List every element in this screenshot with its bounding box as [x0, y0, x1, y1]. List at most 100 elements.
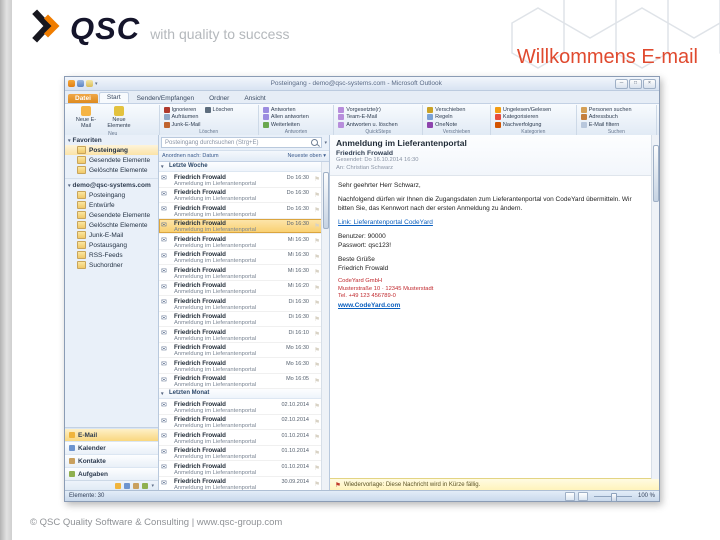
- view-reading-icon[interactable]: [577, 491, 588, 501]
- body-line: Sehr geehrter Herr Schwarz,: [338, 182, 421, 189]
- flag-icon: ⚑: [314, 346, 320, 354]
- folder-item-gel-schte-elemente[interactable]: Gelöschte Elemente: [65, 165, 158, 175]
- folder-item-junk-e-mail[interactable]: Junk-E-Mail: [65, 230, 158, 240]
- ribbon-button-antworten-u-l-schen[interactable]: Antworten u. löschen: [338, 121, 398, 129]
- email-link[interactable]: www.CodeYard.com: [338, 301, 643, 311]
- mail-mini-icon[interactable]: [115, 483, 122, 489]
- tab-datei[interactable]: Datei: [68, 94, 98, 103]
- ribbon-button-vorgesetzte-r[interactable]: Vorgesetzte(r): [338, 106, 397, 114]
- ribbon-button-neue-e-mail[interactable]: Neue E-Mail: [71, 106, 101, 131]
- favorites-header[interactable]: ▾ Favoriten: [65, 135, 158, 145]
- close-button[interactable]: ×: [643, 78, 656, 89]
- mail-list-item[interactable]: ✉ Friedrich Frowald Anmeldung im Lieferant…: [159, 358, 322, 374]
- ribbon-button-antworten[interactable]: Antworten: [262, 106, 309, 114]
- folder-item-suchordner[interactable]: Suchordner: [65, 260, 158, 270]
- nav-button-e-mail[interactable]: E-Mail: [65, 428, 158, 441]
- qat-dropdown-icon[interactable]: ▾: [95, 81, 98, 87]
- ribbon-button-personen-suchen[interactable]: Personen suchen: [580, 106, 632, 114]
- nav-button-aufgaben[interactable]: Aufgaben: [65, 467, 158, 480]
- mail-list-item[interactable]: ✉ Friedrich Frowald Anmeldung im Lieferant…: [159, 172, 322, 188]
- scrollbar-thumb[interactable]: [323, 172, 329, 229]
- mail-list-item[interactable]: ✉ Friedrich Frowald Anmeldung im Lieferant…: [159, 343, 322, 358]
- mail-list-item[interactable]: ✉ Friedrich Frowald Anmeldung im Lieferant…: [159, 461, 322, 477]
- ribbon-button-e-mail-filtern[interactable]: E-Mail filtern: [580, 121, 632, 129]
- search-scope-icon[interactable]: ▾: [324, 140, 327, 146]
- mail-list-item[interactable]: ✉ Friedrich Frowald Anmeldung im Lieferant…: [159, 188, 322, 203]
- mail-list-item[interactable]: ✉ Friedrich Frowald Anmeldung im Lieferant…: [159, 234, 322, 250]
- nav-button-kalender[interactable]: Kalender: [65, 441, 158, 454]
- calendar-mini-icon[interactable]: [124, 483, 131, 489]
- ribbon-button-l-schen[interactable]: Löschen: [204, 106, 233, 114]
- mail-list-item[interactable]: ✉ Friedrich Frowald Anmeldung im Lieferant…: [159, 265, 322, 281]
- filter-email-icon: [580, 121, 587, 128]
- nav-options-icon[interactable]: ▾: [151, 483, 154, 489]
- envelope-icon: ✉: [161, 345, 167, 353]
- sort-by-button[interactable]: Anordnen nach: Datum: [162, 153, 219, 159]
- ribbon-button-allen-antworten[interactable]: Allen antworten: [262, 114, 309, 122]
- ribbon-button-onenote[interactable]: OneNote: [427, 121, 465, 129]
- ribbon-button-kategorisieren[interactable]: Kategorisieren: [494, 114, 551, 122]
- tab-senden-empfangen[interactable]: Senden/Empfangen: [130, 94, 201, 103]
- account-header[interactable]: ▾ demo@qsc-systems.com: [65, 178, 158, 190]
- mail-list-item[interactable]: ✉ Friedrich Frowald Anmeldung im Lieferant…: [159, 296, 322, 312]
- ribbon-button-nachverfolgung[interactable]: Nachverfolgung: [494, 121, 551, 129]
- ribbon-button-neue-elemente[interactable]: Neue Elemente: [104, 106, 134, 131]
- mail-list-item[interactable]: ✉ Friedrich Frowald Anmeldung im Lieferant…: [159, 415, 322, 430]
- ribbon-button-adressbuch[interactable]: Adressbuch: [580, 114, 632, 122]
- ribbon-button-junk-e-mail[interactable]: Junk-E-Mail: [163, 121, 201, 129]
- tasks-mini-icon[interactable]: [142, 483, 149, 489]
- mail-list-item[interactable]: ✉ Friedrich Frowald Anmeldung im Lieferant…: [159, 430, 322, 446]
- sort-direction-button[interactable]: Neueste oben ▾: [287, 153, 326, 159]
- folder-item-postausgang[interactable]: Postausgang: [65, 240, 158, 250]
- ribbon-button-team-e-mail[interactable]: Team-E-Mail: [338, 114, 397, 122]
- contacts-mini-icon[interactable]: [133, 483, 140, 489]
- undo-icon[interactable]: [86, 80, 93, 87]
- mail-list-item[interactable]: ✉ Friedrich Frowald Anmeldung im Lieferant…: [159, 250, 322, 265]
- ribbon-button-weiterleiten[interactable]: Weiterleiten: [262, 121, 309, 129]
- minimize-button[interactable]: ─: [615, 78, 628, 89]
- mail-list-item[interactable]: ✉ Friedrich Frowald Anmeldung im Lieferant…: [159, 203, 322, 219]
- zoom-knob[interactable]: [610, 492, 617, 502]
- folder-item-posteingang[interactable]: Posteingang: [65, 190, 158, 200]
- title-bar[interactable]: ▾ Posteingang - demo@qsc-systems.com - M…: [65, 77, 659, 91]
- ribbon-button-regeln[interactable]: Regeln: [427, 114, 465, 122]
- folder-item-posteingang[interactable]: Posteingang: [65, 145, 158, 155]
- mail-list-item[interactable]: ✉ Friedrich Frowald Anmeldung im Lieferant…: [159, 281, 322, 296]
- nav-button-kontakte[interactable]: Kontakte: [65, 454, 158, 467]
- tasks-nav-icon: [69, 471, 75, 477]
- mail-list-item[interactable]: ✉ Friedrich Frowald Anmeldung im Lieferant…: [159, 446, 322, 461]
- view-normal-icon[interactable]: [564, 491, 575, 501]
- ribbon-button-verschieben[interactable]: Verschieben: [427, 106, 465, 114]
- maximize-button[interactable]: □: [629, 78, 642, 89]
- mail-list-scrollbar[interactable]: [321, 162, 329, 491]
- move-icon: [427, 106, 434, 113]
- flag-icon: ⚑: [314, 449, 320, 457]
- mail-list-item[interactable]: ✉ Friedrich Frowald Anmeldung im Lieferant…: [159, 327, 322, 343]
- mail-list-item[interactable]: ✉ Friedrich Frowald Anmeldung im Lieferant…: [159, 312, 322, 327]
- tab-ansicht[interactable]: Ansicht: [237, 94, 272, 103]
- flag-icon: ⚑: [314, 269, 320, 276]
- folder-item-entw-rfe[interactable]: Entwürfe: [65, 200, 158, 210]
- ribbon-button-ungelesen-gelesen[interactable]: Ungelesen/Gelesen: [494, 106, 551, 114]
- zoom-slider[interactable]: [593, 492, 632, 502]
- mail-group-header[interactable]: ▾ Letzte Woche: [159, 162, 322, 172]
- send-receive-icon[interactable]: [77, 80, 84, 87]
- mail-list-item[interactable]: ✉ Friedrich Frowald Anmeldung im Lieferant…: [159, 218, 322, 234]
- navigation-buttons: E-Mail Kalender Kontakte Aufgaben: [65, 427, 158, 480]
- mail-list-item[interactable]: ✉ Friedrich Frowald Anmeldung im Lieferant…: [159, 477, 322, 491]
- tab-ordner[interactable]: Ordner: [202, 94, 236, 103]
- folder-item-gesendete-elemente[interactable]: Gesendete Elemente: [65, 210, 158, 220]
- mail-list-item[interactable]: ✉ Friedrich Frowald Anmeldung im Lieferant…: [159, 374, 322, 389]
- folder-item-gesendete-elemente[interactable]: Gesendete Elemente: [65, 155, 158, 165]
- scrollbar-thumb[interactable]: [653, 145, 659, 202]
- mail-list-item[interactable]: ✉ Friedrich Frowald Anmeldung im Lieferant…: [159, 399, 322, 415]
- ribbon-button-ignorieren[interactable]: Ignorieren: [163, 106, 201, 114]
- ribbon-button-aufr-umen[interactable]: Aufräumen: [163, 114, 201, 122]
- inbox-search-input[interactable]: Posteingang durchsuchen (Strg+E): [161, 137, 323, 148]
- mail-group-header[interactable]: ▾ Letzten Monat: [159, 389, 322, 399]
- folder-item-gel-schte-elemente[interactable]: Gelöschte Elemente: [65, 220, 158, 230]
- folder-item-rss-feeds[interactable]: RSS-Feeds: [65, 250, 158, 260]
- email-link[interactable]: Link: Lieferantenportal CodeYard: [338, 218, 643, 227]
- reading-pane-scrollbar[interactable]: [651, 135, 659, 479]
- tab-start[interactable]: Start: [98, 92, 129, 103]
